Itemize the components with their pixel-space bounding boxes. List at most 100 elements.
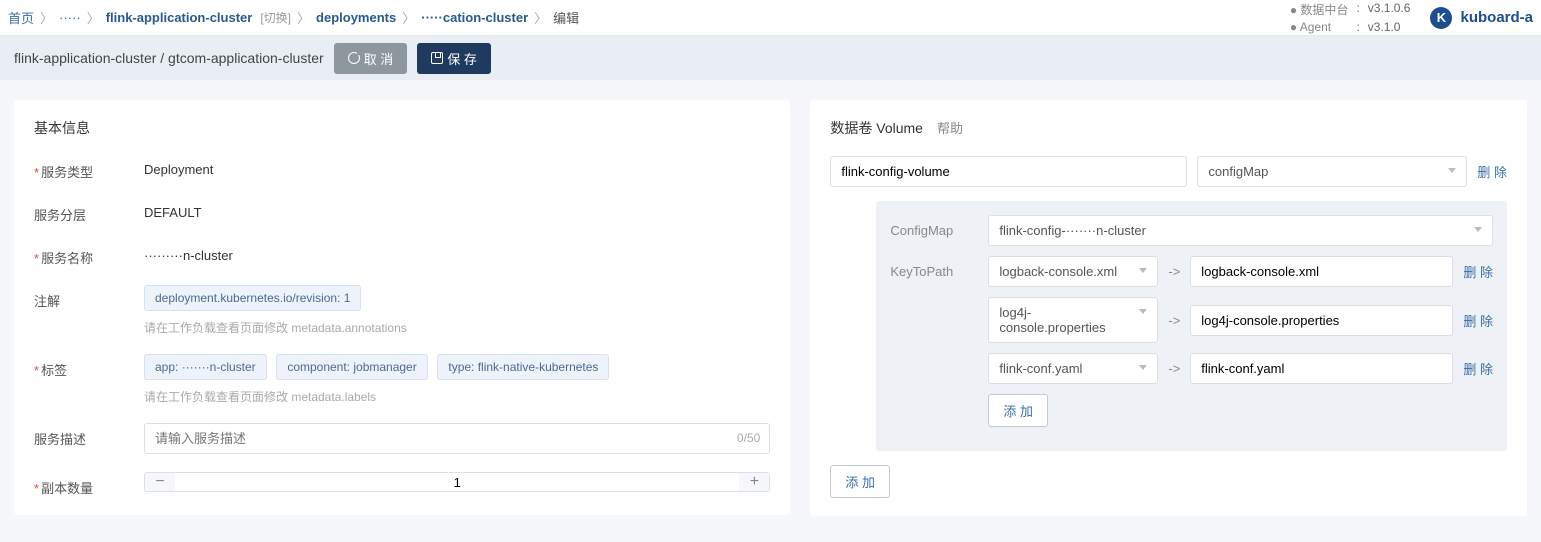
volume-help[interactable]: 帮助 bbox=[937, 121, 963, 136]
ktp-key-select[interactable]: flink-conf.yaml bbox=[988, 353, 1158, 384]
ktp-row: flink-conf.yaml -> 删 除 bbox=[890, 353, 1493, 384]
basic-info-title: 基本信息 bbox=[34, 118, 770, 138]
ktp-label: KeyToPath bbox=[890, 264, 978, 279]
volume-name-input[interactable] bbox=[830, 156, 1187, 187]
ktp-key-select[interactable]: logback-console.xml bbox=[988, 256, 1158, 287]
logo-icon: K bbox=[1430, 7, 1452, 29]
ktp-add-row: 添 加 bbox=[890, 394, 1493, 427]
label-description: 服务描述 bbox=[34, 423, 144, 448]
brand-block: K kuboard-a bbox=[1430, 7, 1533, 29]
label-labels: *标签 bbox=[34, 354, 144, 379]
breadcrumb-deployments[interactable]: deployments bbox=[316, 10, 396, 25]
chevron-down-icon bbox=[1139, 309, 1147, 314]
chevron-right-icon: 〉 bbox=[40, 8, 53, 27]
ktp-path-input[interactable] bbox=[1190, 353, 1453, 384]
label-tag-type[interactable]: type: flink-native-kubernetes bbox=[437, 354, 609, 380]
labels-hint: 请在工作负载查看页面修改 metadata.labels bbox=[144, 388, 770, 405]
ktp-key-value: flink-conf.yaml bbox=[999, 361, 1082, 376]
stepper-decrease[interactable]: − bbox=[145, 473, 175, 491]
ktp-path-input[interactable] bbox=[1190, 256, 1453, 287]
brand-text: kuboard-a bbox=[1460, 9, 1533, 26]
arrow-icon: -> bbox=[1168, 313, 1180, 328]
colon: : bbox=[1356, 20, 1359, 34]
breadcrumb-app[interactable]: flink-application-cluster bbox=[106, 10, 253, 25]
ktp-delete[interactable]: 删 除 bbox=[1463, 359, 1493, 378]
description-count: 0/50 bbox=[737, 431, 760, 445]
replicas-input[interactable] bbox=[175, 473, 739, 491]
row-layer: 服务分层 DEFAULT bbox=[34, 199, 770, 224]
label-replicas: *副本数量 bbox=[34, 472, 144, 497]
chevron-down-icon bbox=[1474, 227, 1482, 232]
chevron-down-icon bbox=[1139, 268, 1147, 273]
ktp-row: log4j-console.properties -> 删 除 bbox=[890, 297, 1493, 343]
ktp-path-input[interactable] bbox=[1190, 305, 1453, 336]
configmap-value: flink-config-·······n-cluster bbox=[999, 223, 1146, 238]
volume-delete[interactable]: 删 除 bbox=[1477, 162, 1507, 181]
chevron-down-icon bbox=[1448, 168, 1456, 173]
label-tag-component[interactable]: component: jobmanager bbox=[276, 354, 427, 380]
label-tag-app[interactable]: app: ·······n-cluster bbox=[144, 354, 267, 380]
agent-label: Agent bbox=[1300, 20, 1331, 34]
add-ktp-button[interactable]: 添 加 bbox=[988, 394, 1048, 427]
label-annotations: 注解 bbox=[34, 285, 144, 310]
row-description: 服务描述 0/50 bbox=[34, 423, 770, 454]
value-service-type: Deployment bbox=[144, 156, 770, 177]
description-input[interactable] bbox=[144, 423, 770, 454]
ktp-key-value: log4j-console.properties bbox=[999, 305, 1105, 335]
page-title: flink-application-cluster / gtcom-applic… bbox=[14, 50, 324, 66]
value-service-name: ·········n-cluster bbox=[144, 242, 770, 263]
add-volume-button[interactable]: 添 加 bbox=[830, 465, 890, 498]
ktp-row: KeyToPath logback-console.xml -> 删 除 bbox=[890, 256, 1493, 287]
value-layer: DEFAULT bbox=[144, 199, 770, 220]
volume-row: configMap 删 除 bbox=[830, 156, 1507, 187]
ktp-delete[interactable]: 删 除 bbox=[1463, 311, 1493, 330]
basic-info-panel: 基本信息 *服务类型 Deployment 服务分层 DEFAULT *服务名称… bbox=[14, 100, 790, 515]
chevron-right-icon: 〉 bbox=[402, 8, 415, 27]
ktp-key-value: logback-console.xml bbox=[999, 264, 1117, 279]
save-icon bbox=[431, 52, 443, 64]
chevron-right-icon: 〉 bbox=[534, 8, 547, 27]
breadcrumb-cluster[interactable]: ····· bbox=[59, 10, 81, 25]
cancel-icon bbox=[348, 52, 360, 64]
breadcrumb-edit: 编辑 bbox=[553, 8, 579, 27]
row-replicas: *副本数量 − + bbox=[34, 472, 770, 497]
ktp-key-select[interactable]: log4j-console.properties bbox=[988, 297, 1158, 343]
save-button[interactable]: 保 存 bbox=[417, 43, 491, 74]
replicas-stepper[interactable]: − + bbox=[144, 472, 770, 492]
cancel-button[interactable]: 取 消 bbox=[334, 43, 408, 74]
label-service-type: *服务类型 bbox=[34, 156, 144, 181]
volume-type-value: configMap bbox=[1208, 164, 1268, 179]
agent-version: v3.1.0 bbox=[1368, 20, 1411, 34]
chevron-right-icon: 〉 bbox=[297, 8, 310, 27]
arrow-icon: -> bbox=[1168, 361, 1180, 376]
switch-label[interactable]: [切换] bbox=[260, 9, 291, 26]
stepper-increase[interactable]: + bbox=[739, 473, 769, 491]
configmap-row: ConfigMap flink-config-·······n-cluster bbox=[890, 215, 1493, 246]
chevron-right-icon: 〉 bbox=[87, 8, 100, 27]
breadcrumb: 首页 〉 ····· 〉 flink-application-cluster [… bbox=[8, 8, 1290, 27]
row-service-type: *服务类型 Deployment bbox=[34, 156, 770, 181]
breadcrumb-deploy-name[interactable]: ·····cation-cluster bbox=[421, 10, 528, 25]
colon: : bbox=[1356, 1, 1359, 18]
content: 基本信息 *服务类型 Deployment 服务分层 DEFAULT *服务名称… bbox=[0, 80, 1541, 536]
row-annotations: 注解 deployment.kubernetes.io/revision: 1 … bbox=[34, 285, 770, 336]
breadcrumb-home[interactable]: 首页 bbox=[8, 8, 34, 27]
annotation-tag[interactable]: deployment.kubernetes.io/revision: 1 bbox=[144, 285, 361, 311]
save-label: 保 存 bbox=[447, 49, 477, 68]
label-service-name: *服务名称 bbox=[34, 242, 144, 267]
ktp-delete[interactable]: 删 除 bbox=[1463, 262, 1493, 281]
breadcrumb-bar: 首页 〉 ····· 〉 flink-application-cluster [… bbox=[0, 0, 1541, 36]
volume-config: ConfigMap flink-config-·······n-cluster … bbox=[876, 201, 1507, 451]
version-info: ● 数据中台 : v3.1.0.6 ● Agent : v3.1.0 bbox=[1290, 1, 1411, 34]
volume-type-select[interactable]: configMap bbox=[1197, 156, 1467, 187]
volume-title: 数据卷 Volume帮助 bbox=[830, 118, 1507, 138]
arrow-icon: -> bbox=[1168, 264, 1180, 279]
configmap-select[interactable]: flink-config-·······n-cluster bbox=[988, 215, 1493, 246]
row-labels: *标签 app: ·······n-cluster component: job… bbox=[34, 354, 770, 405]
configmap-label: ConfigMap bbox=[890, 223, 978, 238]
title-bar: flink-application-cluster / gtcom-applic… bbox=[0, 36, 1541, 80]
platform-version: v3.1.0.6 bbox=[1368, 1, 1411, 18]
volume-panel: 数据卷 Volume帮助 configMap 删 除 ConfigMap fli… bbox=[810, 100, 1527, 516]
row-service-name: *服务名称 ·········n-cluster bbox=[34, 242, 770, 267]
annotations-hint: 请在工作负载查看页面修改 metadata.annotations bbox=[144, 319, 770, 336]
